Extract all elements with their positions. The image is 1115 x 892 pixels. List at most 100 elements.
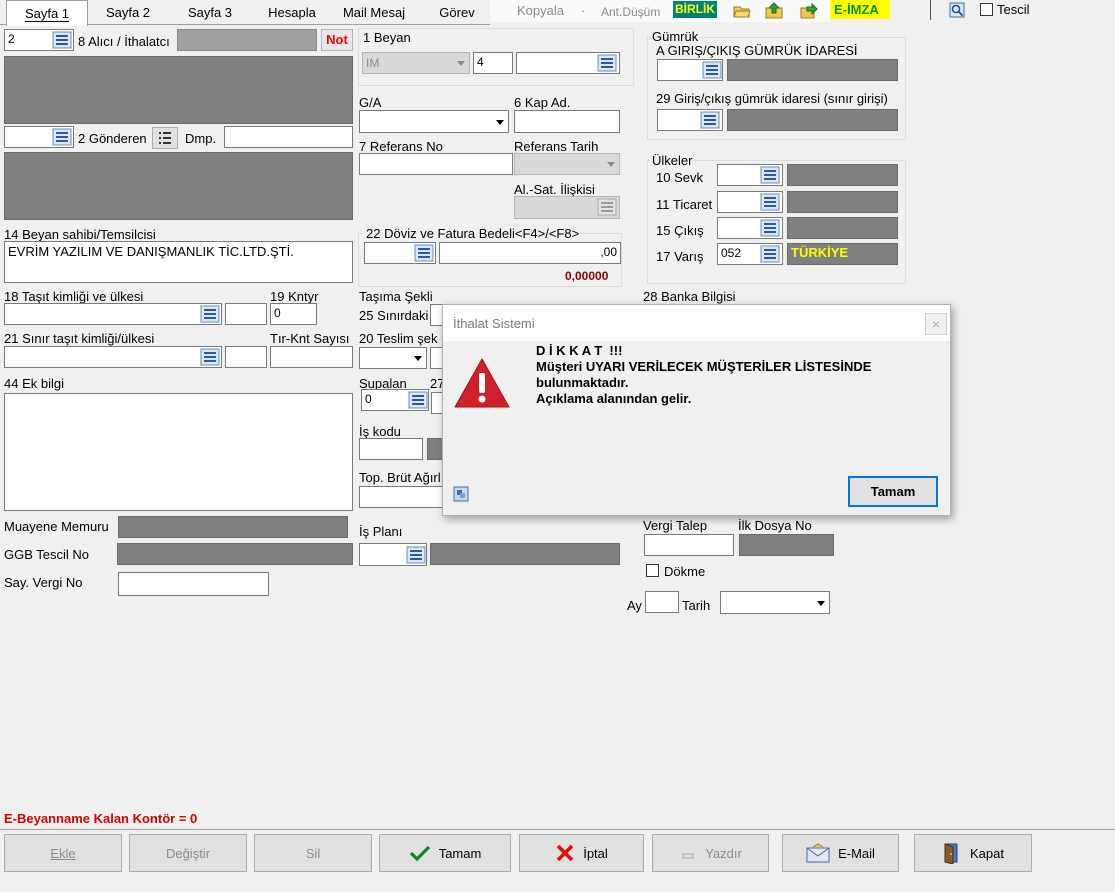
top-brut-label: Top. Brüt Ağırl bbox=[359, 470, 441, 485]
e-imza-button[interactable]: E-İMZA bbox=[830, 0, 890, 19]
gonderen-label: 2 Gönderen bbox=[78, 131, 147, 146]
supalan-lookup-icon[interactable] bbox=[408, 391, 428, 409]
dialog-line-1: D İ K K A T !!! bbox=[536, 343, 623, 358]
giris29-label: 29 Giriş/çıkış gümrük idaresi (sınır gir… bbox=[656, 91, 888, 106]
not-button[interactable]: Not bbox=[321, 29, 353, 51]
doviz-lookup-icon[interactable] bbox=[414, 244, 434, 262]
tescil-checkbox[interactable] bbox=[980, 3, 993, 16]
doviz-total: 0,00000 bbox=[565, 269, 609, 283]
chevron-down-icon bbox=[607, 162, 615, 167]
beyan-type-select[interactable]: IM bbox=[362, 52, 470, 74]
folder-upload-icon[interactable] bbox=[765, 2, 783, 22]
dialog-ok-button[interactable]: Tamam bbox=[848, 476, 938, 507]
giris29-name-field bbox=[727, 109, 898, 131]
sil-button[interactable]: Sil bbox=[254, 834, 372, 872]
dmp-field[interactable] bbox=[224, 126, 353, 148]
ticaret-lookup-icon[interactable] bbox=[760, 193, 780, 211]
yazdir-button[interactable]: Yazdır bbox=[652, 834, 769, 872]
dialog-line-3: bulunmaktadır. bbox=[536, 375, 629, 390]
vergi-talep-field[interactable] bbox=[644, 534, 734, 556]
tarih-select[interactable] bbox=[720, 591, 830, 614]
ekle-button[interactable]: Ekle bbox=[4, 834, 122, 872]
is-kodu-field[interactable] bbox=[359, 438, 423, 460]
gumruk-title: Gümrük bbox=[651, 29, 700, 44]
ticaret-label: 11 Ticaret bbox=[656, 197, 713, 212]
folder-export-icon[interactable] bbox=[800, 2, 818, 22]
tab-sayfa-2[interactable]: Sayfa 2 bbox=[88, 0, 168, 24]
kntyr-field[interactable]: 0 bbox=[270, 303, 317, 325]
al-sat-lookup-icon[interactable] bbox=[597, 198, 617, 216]
toolbar-divider bbox=[930, 0, 931, 20]
gonderen-list-button[interactable] bbox=[152, 127, 178, 149]
alici-name-field bbox=[177, 29, 317, 51]
teslim-select[interactable] bbox=[359, 347, 427, 369]
kapat-button[interactable]: Kapat bbox=[914, 834, 1032, 872]
sevk-lookup-icon[interactable] bbox=[760, 166, 780, 184]
dialog-title: İthalat Sistemi bbox=[453, 316, 535, 331]
email-button[interactable]: E-Mail bbox=[782, 834, 899, 872]
birlik-button[interactable]: BİRLİK bbox=[673, 1, 717, 18]
tab-sayfa-1[interactable]: Sayfa 1 bbox=[6, 0, 88, 26]
dialog-message: D İ K K A T !!! Müşteri UYARI VERİLECEK … bbox=[536, 343, 871, 407]
ek-bilgi-field[interactable] bbox=[4, 393, 353, 511]
referans-tarih-label: Referans Tarih bbox=[514, 139, 599, 154]
beyan-no-field[interactable]: 4 bbox=[473, 52, 513, 74]
tir-knt-field[interactable] bbox=[270, 346, 353, 368]
beyan-lookup-icon[interactable] bbox=[597, 54, 617, 72]
tab-sayfa-3[interactable]: Sayfa 3 bbox=[170, 0, 250, 24]
tab-hesapla[interactable]: Hesapla bbox=[252, 0, 332, 24]
say-vergi-field[interactable] bbox=[118, 572, 269, 596]
folder-open-icon[interactable] bbox=[733, 3, 751, 22]
varis-lookup-icon[interactable] bbox=[760, 245, 780, 263]
is-plani-desc bbox=[430, 543, 620, 565]
tab-gorev[interactable]: Görev bbox=[416, 0, 498, 24]
dialog-close-button[interactable]: × bbox=[925, 313, 947, 335]
chevron-down-icon bbox=[414, 356, 422, 361]
tasit-ulke-field[interactable] bbox=[225, 303, 267, 325]
is-plani-lookup-icon[interactable] bbox=[406, 546, 426, 564]
top-brut-field[interactable] bbox=[359, 486, 444, 508]
alici-address-area bbox=[4, 56, 353, 124]
giris-label: A GIRIŞ/ÇIKIŞ GÜMRÜK İDARESİ bbox=[656, 43, 858, 58]
kap-field[interactable] bbox=[514, 110, 620, 133]
dialog-line-4: Açıklama alanından gelir. bbox=[536, 391, 692, 406]
kntyr-label: 19 Kntyr bbox=[270, 289, 319, 304]
sinir-tasit-lookup-icon[interactable] bbox=[200, 348, 220, 366]
dokme-checkbox[interactable] bbox=[646, 564, 659, 577]
al-sat-label: Al.-Sat. İlişkisi bbox=[514, 182, 595, 197]
gonderen-lookup-icon[interactable] bbox=[52, 128, 72, 146]
tasit-field[interactable] bbox=[4, 303, 222, 325]
dialog: İthalat Sistemi × D İ K K A T !!! Müşter… bbox=[442, 304, 951, 516]
beyan-sahibi-field[interactable]: EVRİM YAZILIM VE DANIŞMANLIK TİC.LTD.ŞTİ… bbox=[4, 241, 353, 283]
alici-lookup-icon[interactable] bbox=[52, 31, 72, 49]
referans-no-field[interactable] bbox=[359, 153, 513, 175]
ga-select[interactable] bbox=[359, 110, 509, 133]
doviz-amount-field[interactable]: ,00 bbox=[439, 242, 621, 264]
tab-mail-mesaj[interactable]: Mail Mesaj bbox=[334, 0, 414, 24]
ggb-label: GGB Tescil No bbox=[4, 547, 90, 562]
vergi-talep-label: Vergi Talep bbox=[643, 518, 708, 533]
sinir-tasit-field[interactable] bbox=[4, 346, 222, 368]
doviz-label: 22 Döviz ve Fatura Bedeli<F4>/<F8> bbox=[365, 226, 581, 241]
degistir-button[interactable]: Değiştir bbox=[129, 834, 247, 872]
ant-dusum-button[interactable]: Ant.Düşüm bbox=[601, 5, 660, 19]
tasit-lookup-icon[interactable] bbox=[200, 305, 220, 323]
help-icon[interactable] bbox=[949, 2, 965, 21]
say-vergi-label: Say. Vergi No bbox=[4, 575, 83, 590]
giris29-lookup-icon[interactable] bbox=[700, 111, 720, 129]
ay-field[interactable] bbox=[645, 591, 679, 613]
sinir-tasit-label: 21 Sınır taşıt kimliği/ülkesi bbox=[4, 331, 155, 346]
iptal-button[interactable]: İptal bbox=[519, 834, 644, 872]
cikis-lookup-icon[interactable] bbox=[760, 219, 780, 237]
sinir-tasit-ulke-field[interactable] bbox=[225, 346, 267, 368]
cikis-label: 15 Çıkış bbox=[656, 223, 704, 238]
dialog-line-2: Müşteri UYARI VERİLECEK MÜŞTERİLER LİSTE… bbox=[536, 359, 872, 374]
referans-tarih-select[interactable] bbox=[514, 153, 620, 175]
tamam-button[interactable]: Tamam bbox=[379, 834, 511, 872]
ek-bilgi-label: 44 Ek bilgi bbox=[4, 376, 64, 391]
is-plani-label: İş Planı bbox=[359, 524, 403, 539]
beyan-sahibi-label: 14 Beyan sahibi/Temsilcisi bbox=[4, 227, 156, 242]
kopyala-button[interactable]: Kopyala bbox=[517, 3, 564, 18]
giris-lookup-icon[interactable] bbox=[702, 61, 722, 79]
cross-icon bbox=[556, 844, 574, 862]
